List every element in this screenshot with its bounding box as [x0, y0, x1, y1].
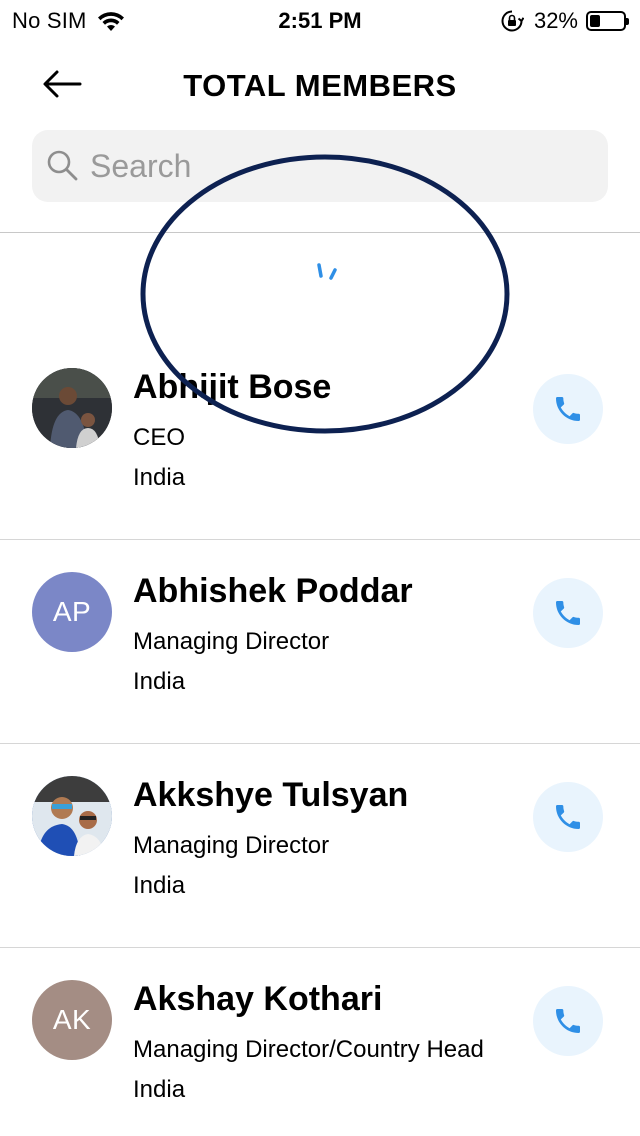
- status-bar: No SIM 2:51 PM 32%: [0, 0, 640, 40]
- loading-spinner-icon: [317, 263, 337, 280]
- call-button[interactable]: [533, 986, 603, 1056]
- battery-percent: 32%: [533, 8, 578, 33]
- member-country: India: [133, 1076, 186, 1103]
- avatar-initials: AK: [52, 1004, 92, 1035]
- phone-icon: [556, 805, 580, 829]
- avatar-initials: AP: [52, 596, 92, 627]
- header: TOTAL MEMBERS: [0, 50, 640, 120]
- avatar: [32, 776, 112, 856]
- avatar-photo-icon: [32, 776, 112, 856]
- avatar: AK: [32, 980, 112, 1060]
- member-country: India: [133, 872, 186, 899]
- phone-icon: [556, 601, 580, 625]
- call-button[interactable]: [533, 782, 603, 852]
- call-button[interactable]: [533, 374, 603, 444]
- search-input[interactable]: [90, 136, 570, 196]
- member-list: Abhijit Bose CEO India AP Abhishek Podda…: [0, 336, 640, 1136]
- divider: [0, 232, 640, 233]
- member-row[interactable]: Abhijit Bose CEO India: [0, 336, 640, 540]
- page-title: TOTAL MEMBERS: [183, 68, 457, 103]
- avatar: [32, 368, 112, 448]
- member-row[interactable]: AP Abhishek Poddar Managing Director Ind…: [0, 540, 640, 744]
- member-role: CEO: [133, 424, 186, 451]
- search-icon: [47, 150, 78, 181]
- phone-icon: [556, 397, 580, 421]
- member-name: Abhijit Bose: [133, 368, 332, 406]
- battery-fill: [590, 15, 600, 27]
- orientation-lock-icon: [501, 10, 524, 32]
- member-name: Akshay Kothari: [133, 980, 383, 1018]
- member-row[interactable]: AK Akshay Kothari Managing Director/Coun…: [0, 948, 640, 1136]
- member-country: India: [133, 464, 186, 491]
- avatar-photo-icon: [32, 368, 112, 448]
- member-name: Abhishek Poddar: [133, 572, 413, 610]
- call-button[interactable]: [533, 578, 603, 648]
- member-role: Managing Director: [133, 832, 330, 859]
- member-role: Managing Director: [133, 628, 330, 655]
- search-box[interactable]: [32, 130, 608, 202]
- member-row[interactable]: Akkshye Tulsyan Managing Director India: [0, 744, 640, 948]
- member-role: Managing Director/Country Head: [133, 1036, 484, 1063]
- member-name: Akkshye Tulsyan: [133, 776, 409, 814]
- phone-icon: [556, 1009, 580, 1033]
- status-right: 32%: [500, 8, 629, 34]
- screen: No SIM 2:51 PM 32% TOTAL MEMBERS Search …: [0, 0, 640, 1136]
- member-country: India: [133, 668, 186, 695]
- battery-icon: [586, 11, 629, 31]
- avatar: AP: [32, 572, 112, 652]
